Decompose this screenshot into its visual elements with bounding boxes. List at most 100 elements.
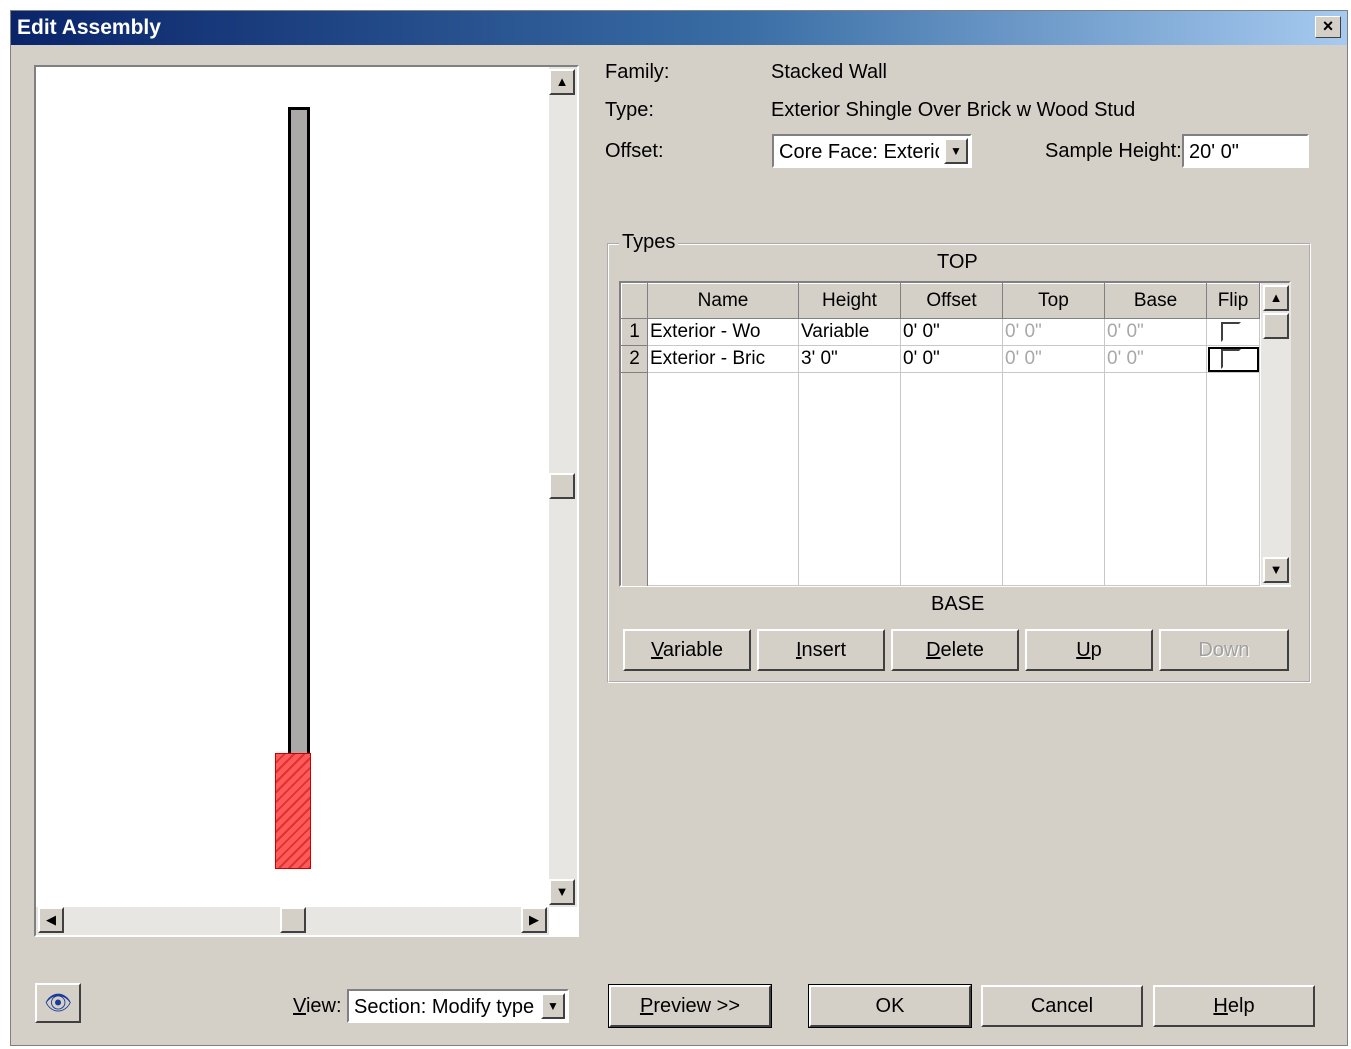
arrow-down-icon: ▼: [555, 884, 569, 899]
down-label: Down: [1198, 639, 1250, 661]
cancel-label: Cancel: [1030, 995, 1094, 1017]
delete-label: elete: [940, 639, 984, 661]
corner-header: [621, 283, 648, 319]
base-label: BASE: [931, 593, 985, 615]
variable-button[interactable]: Variable: [623, 629, 751, 671]
sample-height-label: Sample Height:: [1045, 140, 1182, 162]
flip-checkbox[interactable]: [1221, 321, 1241, 342]
help-button[interactable]: Help: [1153, 985, 1315, 1027]
preview-button[interactable]: Preview >>: [608, 984, 772, 1028]
cell-base: 0' 0": [1104, 318, 1207, 346]
scroll-right-button[interactable]: ▶: [521, 907, 547, 933]
flip-checkbox[interactable]: [1221, 348, 1241, 369]
column-header-top[interactable]: Top: [1002, 283, 1105, 319]
types-table[interactable]: Name Height Offset Top Base Flip 1 Exter…: [619, 281, 1291, 587]
horizontal-scroll-thumb[interactable]: [280, 907, 306, 933]
vertical-scroll-thumb[interactable]: [549, 473, 575, 499]
offset-label: Offset:: [605, 140, 664, 162]
preview-vertical-scrollbar[interactable]: ▲ ▼: [549, 67, 577, 907]
column-header-name[interactable]: Name: [647, 283, 799, 319]
cell-flip[interactable]: [1206, 345, 1260, 373]
table-row[interactable]: 1 Exterior - Wo Variable 0' 0" 0' 0" 0' …: [621, 318, 1260, 346]
close-button[interactable]: ×: [1315, 16, 1341, 38]
ok-label: OK: [875, 995, 905, 1017]
down-button[interactable]: Down: [1159, 629, 1289, 671]
view-dropdown[interactable]: Section: Modify type a ▼: [347, 989, 569, 1023]
arrow-down-icon: ▼: [1269, 562, 1283, 577]
view-label-text: iew:: [305, 995, 342, 1017]
view-dropdown-value: Section: Modify type a: [354, 996, 534, 1018]
cell-flip[interactable]: [1206, 318, 1260, 346]
window-title: Edit Assembly: [17, 16, 161, 39]
cell-height[interactable]: 3' 0": [798, 345, 901, 373]
table-row[interactable]: 2 Exterior - Bric 3' 0" 0' 0" 0' 0" 0' 0…: [621, 345, 1260, 373]
insert-label: nsert: [801, 639, 847, 661]
table-scroll-thumb[interactable]: [1263, 313, 1289, 339]
type-value: Exterior Shingle Over Brick w Wood Stud: [771, 99, 1136, 121]
table-scroll-down-button[interactable]: ▼: [1263, 557, 1289, 583]
up-mnemonic: U: [1076, 639, 1091, 661]
chevron-down-icon[interactable]: ▼: [541, 993, 565, 1019]
cell-offset[interactable]: 0' 0": [900, 345, 1003, 373]
column-header-base[interactable]: Base: [1104, 283, 1207, 319]
family-label: Family:: [605, 61, 670, 83]
row-number[interactable]: 1: [621, 318, 648, 346]
delete-button[interactable]: Delete: [891, 629, 1019, 671]
table-empty-area: [621, 372, 1260, 586]
cell-name[interactable]: Exterior - Wo: [647, 318, 799, 346]
arrow-left-icon: ◀: [46, 912, 56, 927]
table-vertical-scrollbar[interactable]: ▲ ▼: [1261, 283, 1291, 585]
up-label: p: [1090, 639, 1102, 661]
offset-dropdown[interactable]: Core Face: Exterior ▼: [772, 134, 972, 168]
wall-layer-brick: [275, 753, 311, 869]
cell-top: 0' 0": [1002, 318, 1105, 346]
arrow-right-icon: ▶: [529, 912, 539, 927]
view-mnemonic: V: [293, 995, 306, 1017]
close-icon: ×: [1322, 16, 1334, 36]
cell-top: 0' 0": [1002, 345, 1105, 373]
help-mnemonic: H: [1213, 995, 1228, 1017]
column-header-height[interactable]: Height: [798, 283, 901, 319]
scroll-down-button[interactable]: ▼: [549, 879, 575, 905]
column-header-flip[interactable]: Flip: [1206, 283, 1260, 319]
cell-offset[interactable]: 0' 0": [900, 318, 1003, 346]
variable-mnemonic: V: [651, 639, 663, 661]
type-label: Type:: [605, 99, 654, 121]
help-label: elp: [1227, 995, 1255, 1017]
view-label: View:: [293, 995, 342, 1018]
wall-layer-wood: [288, 107, 310, 757]
family-value: Stacked Wall: [771, 61, 887, 83]
arrow-up-icon: ▲: [1269, 290, 1283, 305]
chevron-down-icon[interactable]: ▼: [944, 138, 968, 164]
sample-height-value: 20' 0": [1189, 141, 1239, 163]
table-scroll-up-button[interactable]: ▲: [1263, 285, 1289, 311]
scroll-up-button[interactable]: ▲: [549, 69, 575, 95]
arrow-up-icon: ▲: [555, 74, 569, 89]
preview-pane[interactable]: ▲ ▼ ◀ ▶: [34, 65, 579, 937]
edit-assembly-dialog: Edit Assembly × ▲ ▼ ◀ ▶ Family: Stacked …: [10, 10, 1348, 1046]
variable-label: ariable: [662, 639, 723, 661]
preview-mnemonic: P: [639, 995, 654, 1017]
preview-horizontal-scrollbar[interactable]: ◀ ▶: [36, 907, 549, 935]
table-header-row: Name Height Offset Top Base Flip: [621, 283, 1260, 319]
up-button[interactable]: Up: [1025, 629, 1153, 671]
cancel-button[interactable]: Cancel: [981, 985, 1143, 1027]
column-header-offset[interactable]: Offset: [900, 283, 1003, 319]
show-preview-toggle[interactable]: 👁: [35, 983, 81, 1023]
sample-height-input[interactable]: 20' 0": [1182, 134, 1309, 168]
preview-label: review >>: [653, 995, 741, 1017]
cell-height[interactable]: Variable: [798, 318, 901, 346]
delete-mnemonic: D: [926, 639, 941, 661]
title-bar[interactable]: Edit Assembly ×: [11, 11, 1347, 45]
scroll-left-button[interactable]: ◀: [38, 907, 64, 933]
types-group-title: Types: [619, 231, 679, 254]
row-number[interactable]: 2: [621, 345, 648, 373]
cell-base: 0' 0": [1104, 345, 1207, 373]
insert-button[interactable]: Insert: [757, 629, 885, 671]
offset-dropdown-value: Core Face: Exterior: [779, 141, 939, 163]
eye-icon: 👁: [44, 990, 72, 1015]
ok-button[interactable]: OK: [808, 984, 972, 1028]
cell-name[interactable]: Exterior - Bric: [647, 345, 799, 373]
types-groupbox: Types TOP Name Height Offset Top Base Fl…: [607, 231, 1311, 683]
top-label: TOP: [937, 251, 978, 273]
